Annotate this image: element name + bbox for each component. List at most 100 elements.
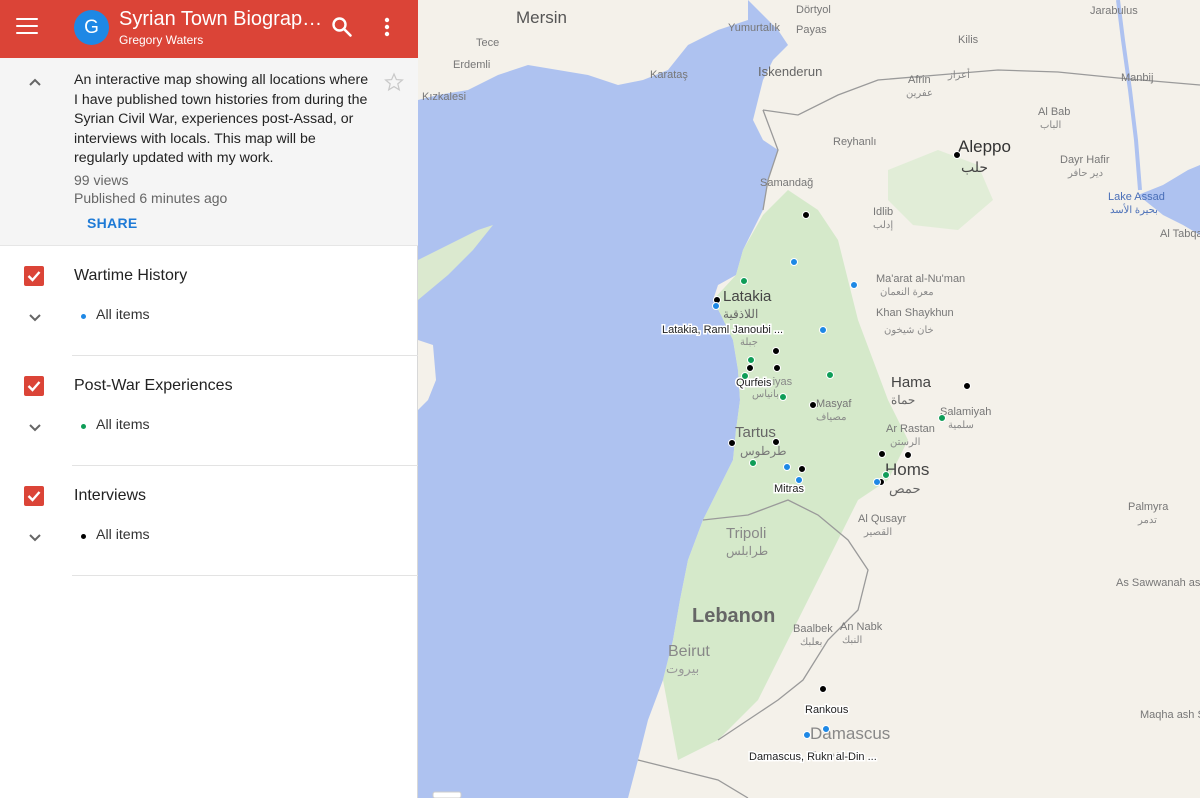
map-zoom-control[interactable] (432, 791, 462, 798)
layer-visibility-checkbox[interactable] (24, 376, 44, 396)
map-pin[interactable] (746, 364, 754, 372)
town-label-dayr-hafir-ar: دير حافر (1067, 168, 1103, 179)
map-pin[interactable] (953, 151, 961, 159)
town-label-al-qusayr-ar: القصير (863, 527, 892, 538)
star-icon[interactable] (384, 72, 404, 92)
city-label-beirut-ar: بيروت (666, 661, 699, 677)
chevron-down-icon[interactable] (25, 307, 45, 327)
country-label-lebanon: Lebanon (692, 605, 775, 627)
pin-label[interactable]: Damascus, Rukn al-Din ... (748, 750, 879, 765)
layer-wartime-history: Wartime History All items (0, 246, 418, 356)
pin-label[interactable]: Latakia, Raml Janoubi ... (661, 323, 785, 338)
map-pin[interactable] (728, 439, 736, 447)
town-label-dayr-hafir: Dayr Hafir (1060, 154, 1110, 166)
pin-label[interactable]: Qurfeis (735, 376, 774, 391)
map-pin[interactable] (826, 371, 834, 379)
avatar[interactable]: G (74, 10, 109, 45)
map-pin[interactable] (798, 465, 806, 473)
city-label-mersin: Mersin (516, 8, 567, 27)
map-legend-panel: G Syrian Town Biographies Gregory Waters… (0, 0, 418, 798)
map-pin[interactable] (963, 382, 971, 390)
town-label-al-bab-ar: الباب (1040, 120, 1061, 131)
map-pin[interactable] (938, 414, 946, 422)
city-label-beirut: Beirut (668, 643, 710, 660)
town-label-afrin-ar: عفرين (906, 88, 933, 99)
town-label-tece: Tece (476, 37, 499, 49)
map-pin[interactable] (773, 364, 781, 372)
town-label-baalbek-ar: بعلبك (800, 637, 822, 648)
more-options-icon[interactable] (380, 15, 394, 39)
map-pin[interactable] (772, 438, 780, 446)
layer-visibility-checkbox[interactable] (24, 266, 44, 286)
layer-all-items[interactable]: All items (96, 527, 150, 543)
town-label-erdemli: Erdemli (453, 59, 490, 71)
bullet-icon (81, 314, 86, 319)
town-label-karatas: Karataş (650, 69, 688, 81)
map-pin[interactable] (740, 277, 748, 285)
town-label-maarat-ar: معرة النعمان (880, 287, 934, 298)
map-pin[interactable] (904, 451, 912, 459)
map-pin[interactable] (803, 731, 811, 739)
map-pin[interactable] (809, 401, 817, 409)
city-label-latakia-ar: اللاذقية (723, 307, 758, 321)
map-pin[interactable] (819, 685, 827, 693)
map-pin[interactable] (802, 211, 810, 219)
layer-all-items[interactable]: All items (96, 417, 150, 433)
city-label-homs-ar: حمص (889, 481, 920, 497)
map-pin[interactable] (772, 347, 780, 355)
town-label-ar-rastan-ar: الرستن (890, 437, 920, 448)
city-label-tripoli: Tripoli (726, 525, 766, 542)
map-title: Syrian Town Biographies (119, 8, 324, 30)
layer-title[interactable]: Interviews (74, 487, 146, 505)
town-label-azaz-ar: أعزاز (947, 68, 970, 81)
chevron-up-icon[interactable] (25, 72, 45, 92)
layer-visibility-checkbox[interactable] (24, 486, 44, 506)
town-label-an-nabk-ar: النبك (842, 635, 862, 646)
map-pin[interactable] (882, 471, 890, 479)
pin-label[interactable]: Rankous (804, 703, 851, 718)
chevron-down-icon[interactable] (25, 527, 45, 547)
map-pin[interactable] (822, 725, 830, 733)
town-label-payas: Payas (796, 24, 827, 36)
basemap[interactable]: Mersin Aleppo حلب Latakia اللاذقية Hama … (418, 0, 1200, 798)
map-canvas[interactable]: Mersin Aleppo حلب Latakia اللاذقية Hama … (418, 0, 1200, 798)
city-label-hama: Hama (891, 374, 932, 391)
map-description-card: An interactive map showing all locations… (0, 58, 418, 246)
city-label-latakia: Latakia (723, 288, 772, 305)
town-label-khan-shaykhun-ar: خان شيخون (884, 325, 934, 336)
my-maps-app: G Syrian Town Biographies Gregory Waters… (0, 0, 1200, 798)
map-pin[interactable] (819, 326, 827, 334)
map-pin[interactable] (749, 459, 757, 467)
town-label-salamiyah: Salamiyah (940, 406, 991, 418)
map-pin[interactable] (850, 281, 858, 289)
map-owner[interactable]: Gregory Waters (119, 33, 203, 47)
map-pin[interactable] (779, 393, 787, 401)
town-label-yumurtalik: Yumurtalık (728, 22, 780, 34)
city-label-aleppo-ar: حلب (961, 159, 988, 175)
chevron-down-icon[interactable] (25, 417, 45, 437)
town-label-idlib: Idlib (873, 206, 893, 218)
town-label-ar-rastan: Ar Rastan (886, 423, 935, 435)
layer-all-items[interactable]: All items (96, 307, 150, 323)
map-pin[interactable] (712, 302, 720, 310)
map-pin[interactable] (790, 258, 798, 266)
town-label-masyaf: Masyaf (816, 398, 852, 410)
town-label-reyhanli: Reyhanlı (833, 136, 876, 148)
map-pin[interactable] (741, 372, 749, 380)
map-pin[interactable] (795, 476, 803, 484)
layer-title[interactable]: Post-War Experiences (74, 377, 233, 395)
map-description: An interactive map showing all locations… (74, 72, 369, 167)
share-button[interactable]: SHARE (87, 215, 138, 231)
town-label-palmyra: Palmyra (1128, 501, 1169, 513)
map-pin[interactable] (873, 478, 881, 486)
pin-label[interactable]: Mitras (773, 482, 806, 497)
town-label-sawwanah: As Sawwanah ash Sharqiyah (1116, 577, 1200, 589)
town-label-kizkalesi: Kızkalesi (422, 91, 466, 103)
town-label-dortyol: Dörtyol (796, 4, 831, 16)
hamburger-menu-icon[interactable] (16, 18, 38, 34)
search-icon[interactable] (330, 15, 354, 39)
map-pin[interactable] (878, 450, 886, 458)
map-pin[interactable] (747, 356, 755, 364)
layer-title[interactable]: Wartime History (74, 267, 187, 285)
map-pin[interactable] (783, 463, 791, 471)
